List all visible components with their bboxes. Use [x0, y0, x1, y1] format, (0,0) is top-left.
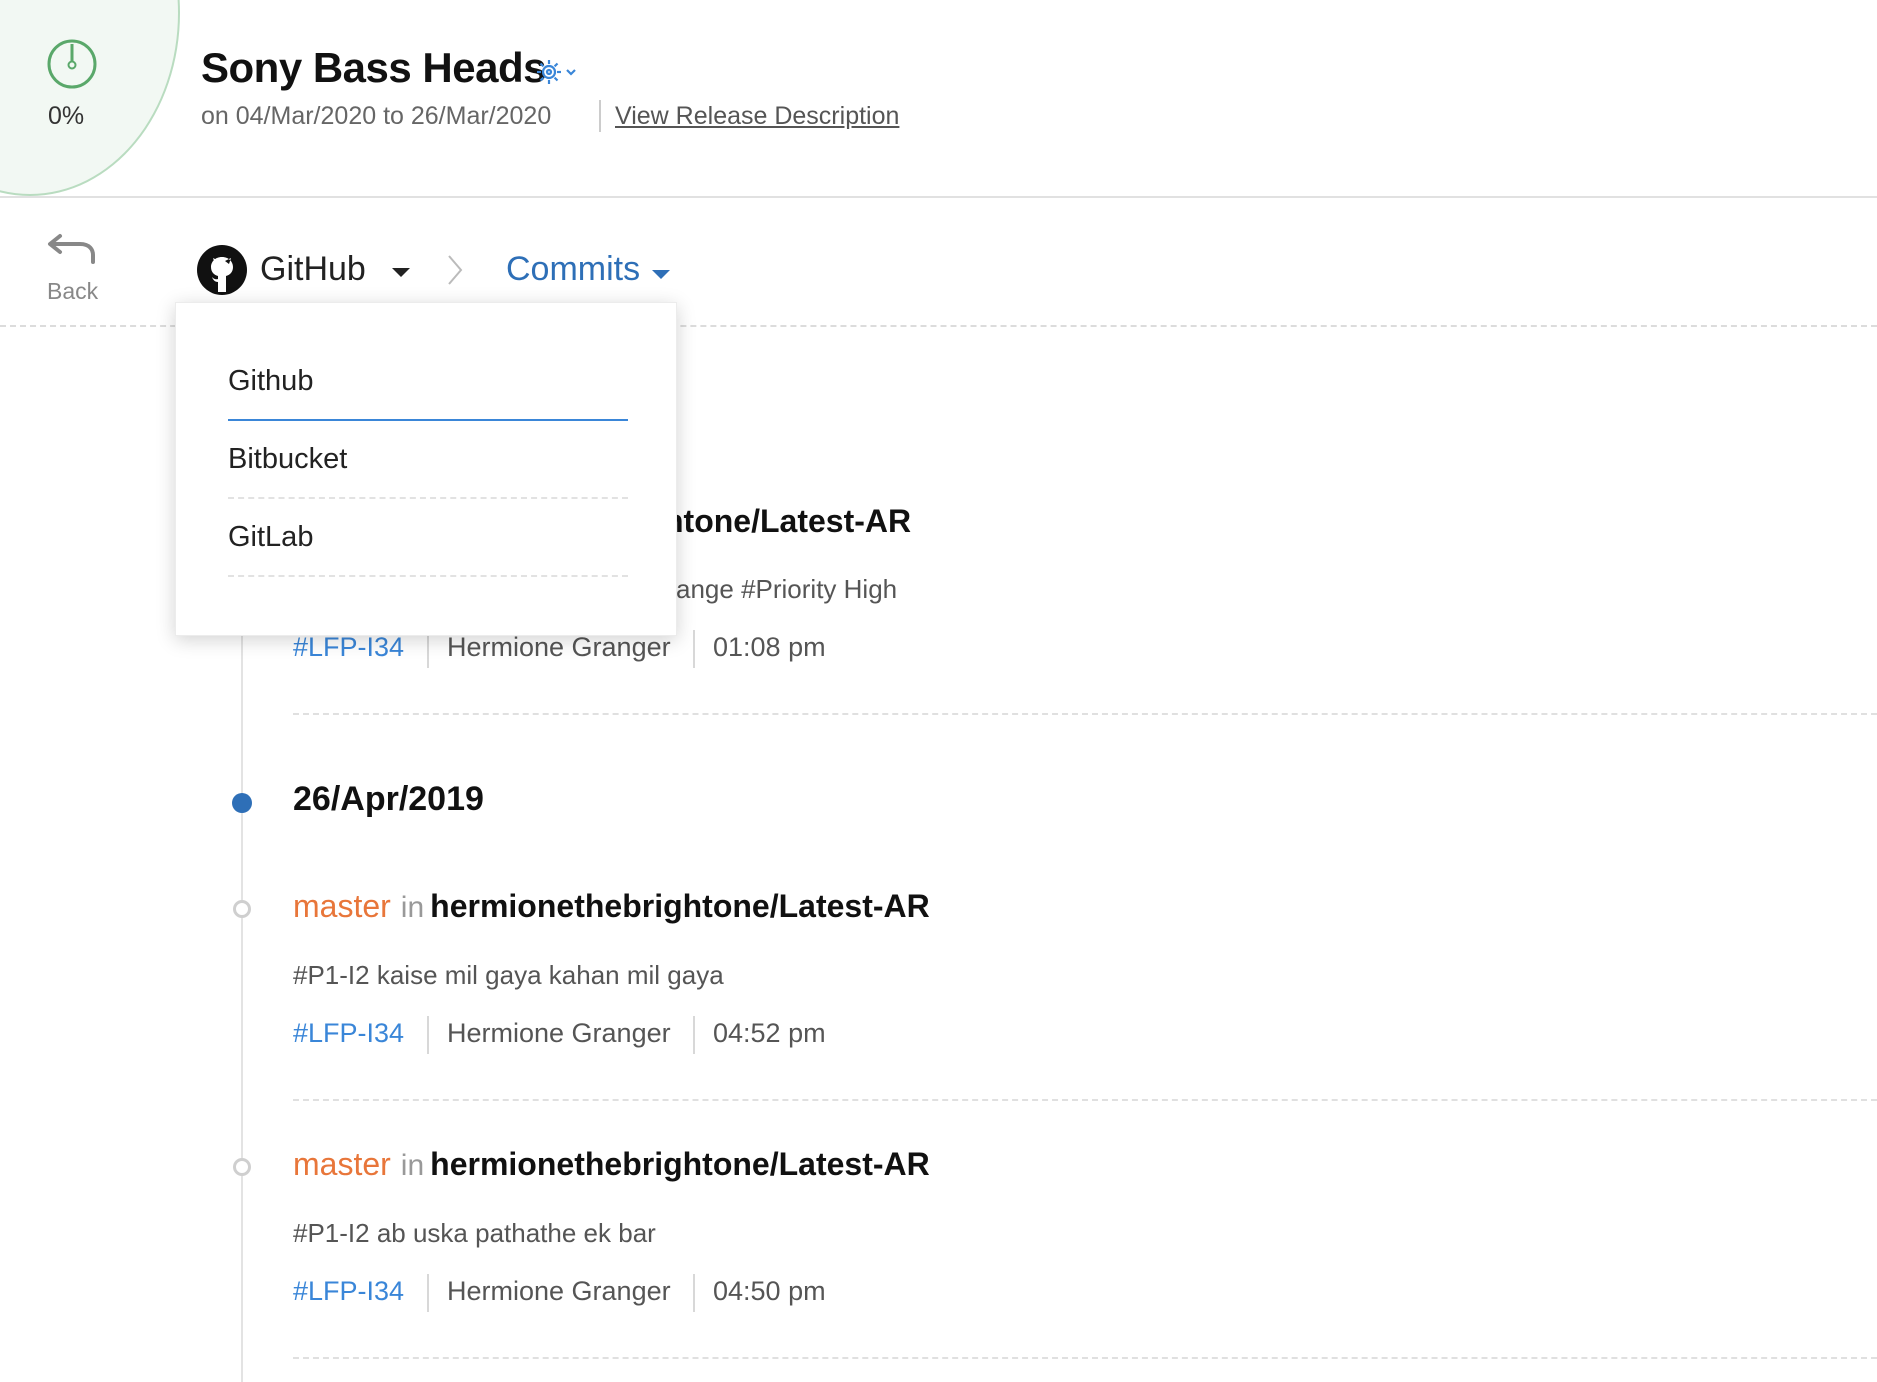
chevron-right-icon [448, 255, 463, 285]
commit-time: 01:08 pm [713, 632, 826, 662]
dropdown-option-bitbucket[interactable]: Bitbucket [228, 421, 628, 499]
provider-dropdown-menu: Github Bitbucket GitLab [175, 302, 677, 636]
provider-label: GitHub [260, 250, 366, 288]
release-commits-page: 0% Sony Bass Heads on 04/Mar/2020 to 26/… [0, 0, 1877, 1382]
commit-repo[interactable]: hermionethebrightone/Latest-AR [430, 888, 930, 924]
commit-author: Hermione Granger [447, 632, 671, 662]
commit-message-partial: ange #Priority High [676, 574, 898, 604]
undo-arrow-icon [48, 234, 95, 264]
row-divider [293, 1357, 1877, 1359]
timer-icon [47, 39, 97, 89]
progress-percent: 0% [48, 102, 85, 130]
caret-down-icon [392, 268, 410, 277]
header-border [0, 196, 1877, 198]
date-group-label: 26/Apr/2019 [293, 780, 484, 818]
commit-message: #P1-I2 kaise mil gaya kahan mil gaya [293, 960, 724, 990]
back-button[interactable]: Back [36, 228, 108, 308]
dropdown-option-github[interactable]: Github [228, 343, 628, 421]
in-label: in [400, 891, 425, 924]
date-marker [232, 793, 252, 813]
commit-time: 04:52 pm [713, 1018, 826, 1048]
commit-branch[interactable]: master [293, 1146, 391, 1182]
release-progress: 0% [0, 0, 180, 196]
option-label: Bitbucket [228, 443, 348, 475]
release-dates: on 04/Mar/2020 to 26/Mar/2020 [201, 102, 552, 130]
commit-node [233, 900, 251, 918]
provider-dropdown-toggle[interactable]: GitHub [196, 244, 416, 300]
commit-repo[interactable]: hermionethebrightone/Latest-AR [430, 1146, 930, 1182]
option-label: GitLab [228, 521, 314, 553]
release-title: Sony Bass Heads [201, 44, 547, 91]
meta-divider [427, 1016, 429, 1054]
dropdown-option-gitlab[interactable]: GitLab [228, 499, 628, 577]
github-icon [197, 245, 247, 295]
commit-title: master in hermionethebrightone/Latest-AR [293, 888, 930, 925]
commit-repo: htone/Latest-AR [664, 503, 912, 539]
view-label: Commits [506, 250, 641, 288]
commit-branch[interactable]: master [293, 888, 391, 924]
commit-time: 04:50 pm [713, 1276, 826, 1306]
option-label: Github [228, 365, 314, 397]
commit-node [233, 1158, 251, 1176]
meta-divider [693, 630, 695, 668]
view-release-description-link[interactable]: View Release Description [615, 102, 899, 131]
row-divider [293, 713, 1877, 715]
view-dropdown-toggle[interactable]: Commits [506, 248, 686, 298]
commit-issue-link[interactable]: #LFP-I34 [293, 1018, 404, 1049]
timeline-line [241, 630, 243, 1382]
header-divider [599, 100, 601, 132]
in-label: in [400, 1149, 425, 1182]
back-label: Back [47, 278, 99, 304]
gear-icon[interactable] [533, 56, 583, 88]
commit-message: #P1-I2 ab uska pathathe ek bar [293, 1218, 656, 1248]
commit-issue-link[interactable]: #LFP-I34 [293, 632, 404, 663]
commit-author: Hermione Granger [447, 1018, 671, 1048]
commit-issue-link[interactable]: #LFP-I34 [293, 1276, 404, 1307]
row-divider [293, 1099, 1877, 1101]
progress-background [0, 0, 180, 196]
commit-repo-partial: htone/Latest-AR [664, 503, 911, 540]
meta-divider [693, 1016, 695, 1054]
meta-divider [427, 1274, 429, 1312]
caret-down-icon [652, 270, 670, 279]
commit-author: Hermione Granger [447, 1276, 671, 1306]
commit-title: master in hermionethebrightone/Latest-AR [293, 1146, 930, 1183]
meta-divider [693, 1274, 695, 1312]
